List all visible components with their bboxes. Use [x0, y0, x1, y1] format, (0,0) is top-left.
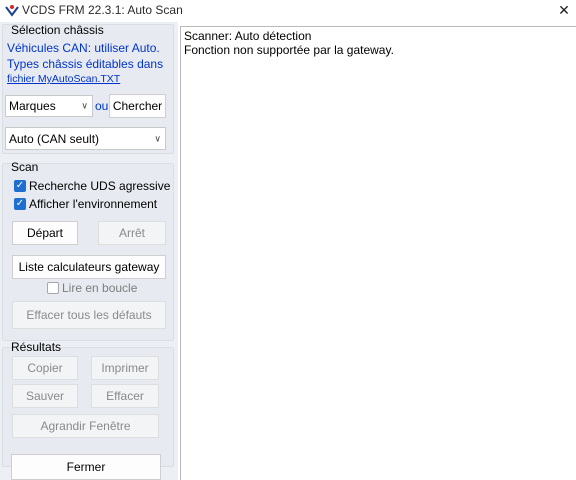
chassis-info-line-1: Véhicules CAN: utiliser Auto.: [7, 41, 160, 55]
search-button[interactable]: Chercher: [109, 94, 166, 118]
clear-button[interactable]: Effacer: [91, 384, 159, 408]
checkbox-unchecked-icon: [47, 282, 59, 294]
control-panel: Sélection châssis Véhicules CAN: utilise…: [0, 22, 178, 480]
scan-group-title: Scan: [11, 160, 39, 174]
scan-output-area[interactable]: Scanner: Auto détection Fonction non sup…: [180, 26, 576, 480]
myautoscan-file-link[interactable]: fichier MyAutoScan.TXT: [7, 73, 120, 85]
copy-button[interactable]: Copier: [12, 356, 78, 380]
chevron-down-icon: ∨: [81, 100, 88, 111]
brands-select[interactable]: Marques ∨: [5, 95, 93, 117]
chassis-info-line-2: Types châssis éditables dans: [7, 57, 164, 71]
results-group-title: Résultats: [11, 340, 62, 354]
chassis-group-title: Sélection châssis: [11, 23, 104, 37]
show-environment-checkbox[interactable]: ✓ Afficher l'environnement: [14, 197, 157, 211]
enlarge-window-button[interactable]: Agrandir Fenêtre: [12, 414, 159, 438]
loop-read-label: Lire en boucle: [62, 281, 138, 295]
clear-all-faults-button[interactable]: Effacer tous les défauts: [12, 301, 166, 329]
aggressive-uds-checkbox[interactable]: ✓ Recherche UDS agressive: [14, 179, 170, 193]
chevron-down-icon: ∨: [154, 133, 161, 143]
aggressive-uds-label: Recherche UDS agressive: [29, 179, 171, 193]
checkbox-checked-icon: ✓: [14, 198, 26, 210]
print-button[interactable]: Imprimer: [91, 356, 159, 380]
stop-button[interactable]: Arrêt: [98, 221, 166, 245]
chassis-type-select-value: Auto (CAN seult): [9, 131, 100, 146]
loop-read-checkbox[interactable]: Lire en boucle: [47, 281, 137, 295]
save-button[interactable]: Sauver: [12, 384, 78, 408]
window-title: VCDS FRM 22.3.1: Auto Scan: [22, 3, 183, 17]
show-environment-label: Afficher l'environnement: [29, 197, 158, 211]
chassis-type-select[interactable]: Auto (CAN seult) ∨: [5, 127, 166, 150]
output-line: Scanner: Auto détection: [184, 29, 312, 43]
start-button[interactable]: Départ: [12, 221, 78, 245]
or-label: ou: [95, 99, 109, 113]
vcds-app-icon: [5, 5, 19, 17]
gateway-list-button[interactable]: Liste calculateurs gateway: [12, 255, 166, 279]
output-line: Fonction non supportée par la gateway.: [184, 43, 394, 57]
title-bar: VCDS FRM 22.3.1: Auto Scan ✕: [0, 0, 576, 22]
close-button[interactable]: Fermer: [11, 454, 161, 480]
close-window-icon[interactable]: ✕: [556, 2, 572, 19]
checkbox-checked-icon: ✓: [14, 180, 26, 192]
brands-select-value: Marques: [9, 99, 56, 113]
